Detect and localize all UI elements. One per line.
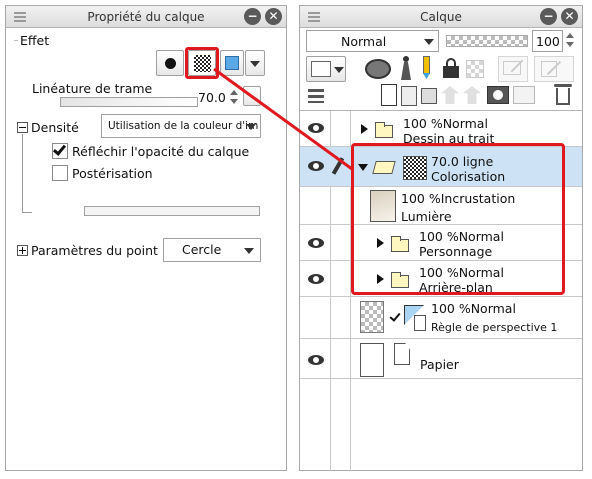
minimize-icon[interactable]: − bbox=[244, 8, 261, 25]
mask-enable-icon[interactable] bbox=[498, 56, 528, 82]
pen-icon[interactable] bbox=[331, 157, 345, 175]
density-select[interactable]: Utilisation de la couleur d'im bbox=[101, 114, 261, 138]
lock-transparency-icon[interactable] bbox=[466, 60, 484, 78]
tone-button-highlight bbox=[185, 47, 219, 79]
combine-down-icon[interactable] bbox=[463, 86, 481, 104]
screen-frequency-label: Linéature de trame bbox=[32, 81, 153, 96]
screen-frequency-slider[interactable] bbox=[60, 97, 198, 107]
layer-stack-icon[interactable] bbox=[308, 88, 326, 104]
opacity-value: 100 bbox=[536, 34, 560, 49]
close-icon[interactable]: ✕ bbox=[561, 8, 578, 25]
section-divider bbox=[14, 40, 18, 41]
tree-line bbox=[22, 212, 32, 213]
layer-list-empty-area[interactable] bbox=[300, 378, 582, 471]
layer-row[interactable]: Papier bbox=[300, 339, 582, 379]
paper-page-icon bbox=[394, 343, 410, 365]
dot-params-label: Paramètres du point bbox=[31, 243, 158, 258]
layer-mode: 100 %Normal bbox=[431, 301, 516, 316]
posterize-label[interactable]: Postérisation bbox=[72, 166, 153, 181]
density-select-value: Utilisation de la couleur d'im bbox=[108, 120, 259, 132]
clip-layer-icon[interactable] bbox=[365, 59, 391, 79]
group-highlight-frame bbox=[351, 143, 565, 295]
opacity-slider[interactable] bbox=[446, 35, 528, 47]
expand-arrow-icon[interactable] bbox=[361, 124, 368, 134]
posterize-checkbox[interactable] bbox=[52, 165, 68, 181]
chevron-down-icon bbox=[334, 67, 344, 73]
dot-icon bbox=[165, 58, 176, 69]
dot-shape-value: Cercle bbox=[182, 242, 222, 257]
chevron-down-icon bbox=[250, 61, 260, 67]
create-mask-icon[interactable] bbox=[487, 86, 509, 104]
panel-titlebar[interactable]: Calque − ✕ bbox=[300, 6, 582, 28]
transfer-down-icon[interactable] bbox=[441, 86, 459, 104]
eye-icon[interactable] bbox=[308, 274, 324, 284]
effect-label: Effet bbox=[20, 33, 50, 48]
eye-icon[interactable] bbox=[308, 123, 324, 133]
checkmark-icon bbox=[52, 142, 67, 156]
collapse-icon[interactable] bbox=[17, 122, 28, 133]
eye-icon[interactable] bbox=[308, 238, 324, 248]
paper-thumbnail bbox=[360, 343, 384, 377]
layer-row[interactable]: 100 %Normal Dessin au trait bbox=[300, 111, 582, 147]
eye-icon[interactable] bbox=[308, 161, 324, 171]
panel-titlebar[interactable]: Propriété du calque − ✕ bbox=[6, 6, 286, 28]
color-swatch-icon bbox=[225, 56, 239, 70]
spinner-icon[interactable] bbox=[229, 89, 239, 107]
posterize-slider[interactable] bbox=[84, 206, 260, 216]
spinner-icon[interactable] bbox=[565, 32, 575, 50]
blend-mode-select[interactable]: Normal bbox=[306, 30, 439, 52]
ruler-page-icon bbox=[414, 315, 426, 331]
effect-border-button[interactable] bbox=[156, 50, 184, 76]
screen-frequency-value[interactable]: 70.0 bbox=[198, 90, 226, 105]
layer-mode: 100 %Normal bbox=[403, 116, 488, 131]
layer-name: Papier bbox=[420, 357, 459, 372]
layer-thumbnail bbox=[360, 301, 384, 333]
layer-property-panel: Propriété du calque − ✕ Effet Linéature … bbox=[5, 5, 287, 471]
layer-row[interactable]: 100 %Normal Règle de perspective 1 bbox=[300, 297, 582, 339]
close-icon[interactable]: ✕ bbox=[265, 8, 282, 25]
blend-mode-value: Normal bbox=[341, 34, 387, 49]
frequency-options-button[interactable] bbox=[243, 86, 261, 106]
expand-icon[interactable] bbox=[17, 245, 28, 256]
new-raster-layer-icon[interactable] bbox=[381, 84, 397, 106]
density-label: Densité bbox=[31, 120, 79, 135]
chevron-down-icon bbox=[244, 248, 254, 254]
effect-color-button[interactable] bbox=[220, 50, 244, 76]
new-folder-icon[interactable] bbox=[421, 88, 437, 104]
eye-icon[interactable] bbox=[308, 355, 324, 365]
reference-layer-icon[interactable] bbox=[399, 56, 413, 80]
chevron-down-icon bbox=[424, 39, 434, 45]
tree-line bbox=[22, 134, 23, 212]
reflect-opacity-label[interactable]: Réfléchir l'opacité du calque bbox=[72, 144, 249, 159]
trash-icon[interactable] bbox=[554, 82, 572, 106]
minimize-icon[interactable]: − bbox=[540, 8, 557, 25]
reflect-opacity-checkbox[interactable] bbox=[52, 142, 68, 159]
opacity-input[interactable]: 100 bbox=[532, 30, 563, 52]
new-vector-layer-icon[interactable] bbox=[401, 86, 417, 106]
apply-mask-icon[interactable] bbox=[513, 86, 535, 104]
ruler-range-icon[interactable] bbox=[534, 56, 574, 82]
lock-icon[interactable] bbox=[443, 58, 459, 78]
layer-color-button[interactable] bbox=[306, 56, 346, 82]
dot-shape-select[interactable]: Cercle bbox=[163, 238, 261, 262]
layer-name: Règle de perspective 1 bbox=[431, 321, 558, 334]
chevron-down-icon bbox=[246, 124, 256, 130]
checkmark-icon bbox=[389, 310, 401, 322]
draft-layer-icon[interactable] bbox=[421, 56, 431, 80]
folder-icon bbox=[375, 122, 393, 138]
effect-dropdown-button[interactable] bbox=[245, 50, 265, 76]
